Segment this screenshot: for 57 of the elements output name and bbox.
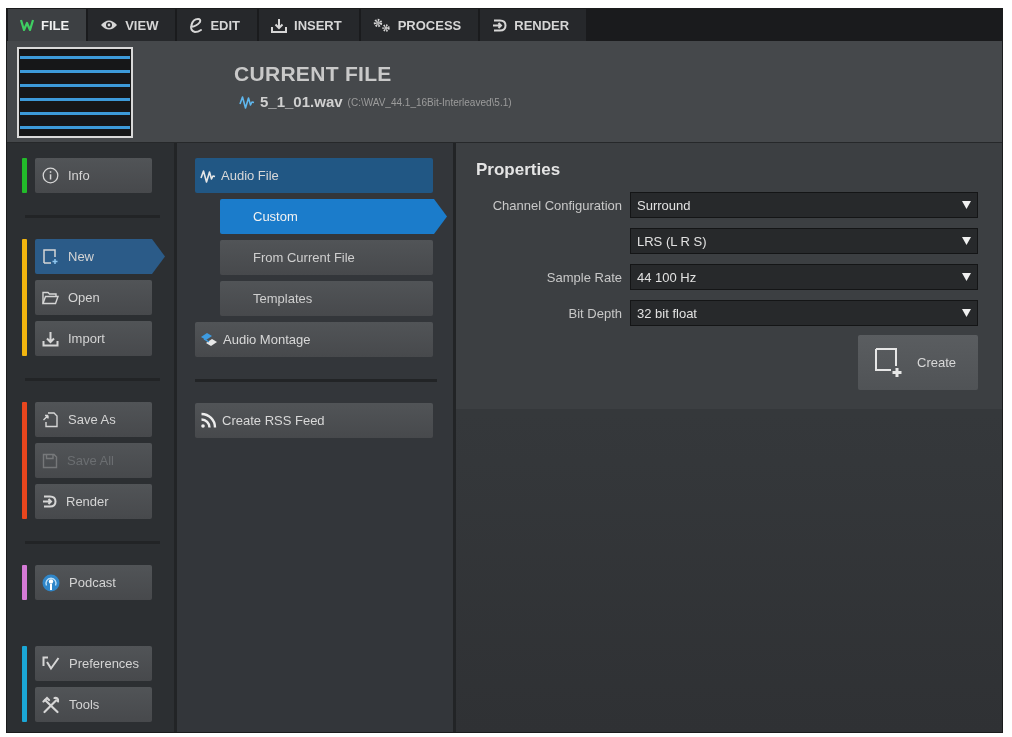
field-label: Channel Configuration [492,197,622,213]
waveform-icon [239,94,255,109]
sidebar-button[interactable]: Info [35,158,152,193]
dropdown[interactable]: Surround [630,192,978,218]
script-e-icon [189,17,204,33]
sidebar-button[interactable]: Open [35,280,152,315]
dropdown[interactable]: 44 100 Hz [630,264,978,290]
folder-icon [42,290,59,305]
waveform-icon [200,168,216,183]
tools-icon [42,695,60,714]
eye-icon [100,19,119,31]
submenu-button[interactable]: Create RSS Feed [195,403,433,438]
file-name: 5_1_01.wav [260,93,343,110]
submenu-button[interactable]: Audio File [195,158,433,193]
menu-tab[interactable]: VIEW [88,9,176,41]
field-label: Bit Depth [568,305,622,321]
create-button[interactable]: Create [858,335,978,390]
sidebar-button[interactable]: New [35,239,165,274]
arrow-bracket-icon [492,18,508,32]
dropdown[interactable]: 32 bit float [630,300,978,326]
gears-icon [372,18,391,32]
sidebar-button[interactable]: Preferences [35,646,152,681]
caret-icon [962,309,971,317]
submenu-button[interactable]: Custom [220,199,447,234]
section-title: Properties [476,160,562,180]
dropdown[interactable]: LRS (L R S) [630,228,978,254]
check-bracket-icon [42,656,60,671]
sidebar-button[interactable]: Render [35,484,152,519]
download-icon [42,330,59,347]
submenu-button[interactable]: Templates [220,281,433,316]
new-document-icon [42,248,59,265]
podcast-icon [42,573,60,592]
submenu-button[interactable]: Audio Montage [195,322,433,357]
caret-icon [962,201,971,209]
sidebar-button[interactable]: Import [35,321,152,356]
sidebar-button[interactable]: Tools [35,687,152,722]
submenu-button[interactable]: From Current File [220,240,433,275]
document-arrow-icon [42,411,59,428]
menu-tab[interactable]: INSERT [259,9,359,41]
rss-icon [200,412,217,429]
sidebar-button[interactable]: Save As [35,402,152,437]
caret-icon [962,237,971,245]
download-icon [271,17,288,33]
field-label: Sample Rate [546,269,622,285]
sidebar-button[interactable]: Podcast [35,565,152,600]
file-path: (C:\WAV_44.1_16Bit-Interleaved\5.1) [347,97,512,108]
arrow-bracket-icon [42,495,57,508]
menu-tab[interactable]: EDIT [177,9,258,41]
wave-logo-icon [20,19,34,31]
menu-tab[interactable]: RENDER [480,9,587,41]
menu-tab[interactable]: PROCESS [360,9,479,41]
layers-icon [200,331,218,348]
section-title: CURRENT FILE [234,62,393,86]
caret-icon [962,273,971,281]
new-document-icon [875,347,905,378]
menu-tab[interactable]: FILE [8,9,87,41]
info-icon [42,167,59,184]
